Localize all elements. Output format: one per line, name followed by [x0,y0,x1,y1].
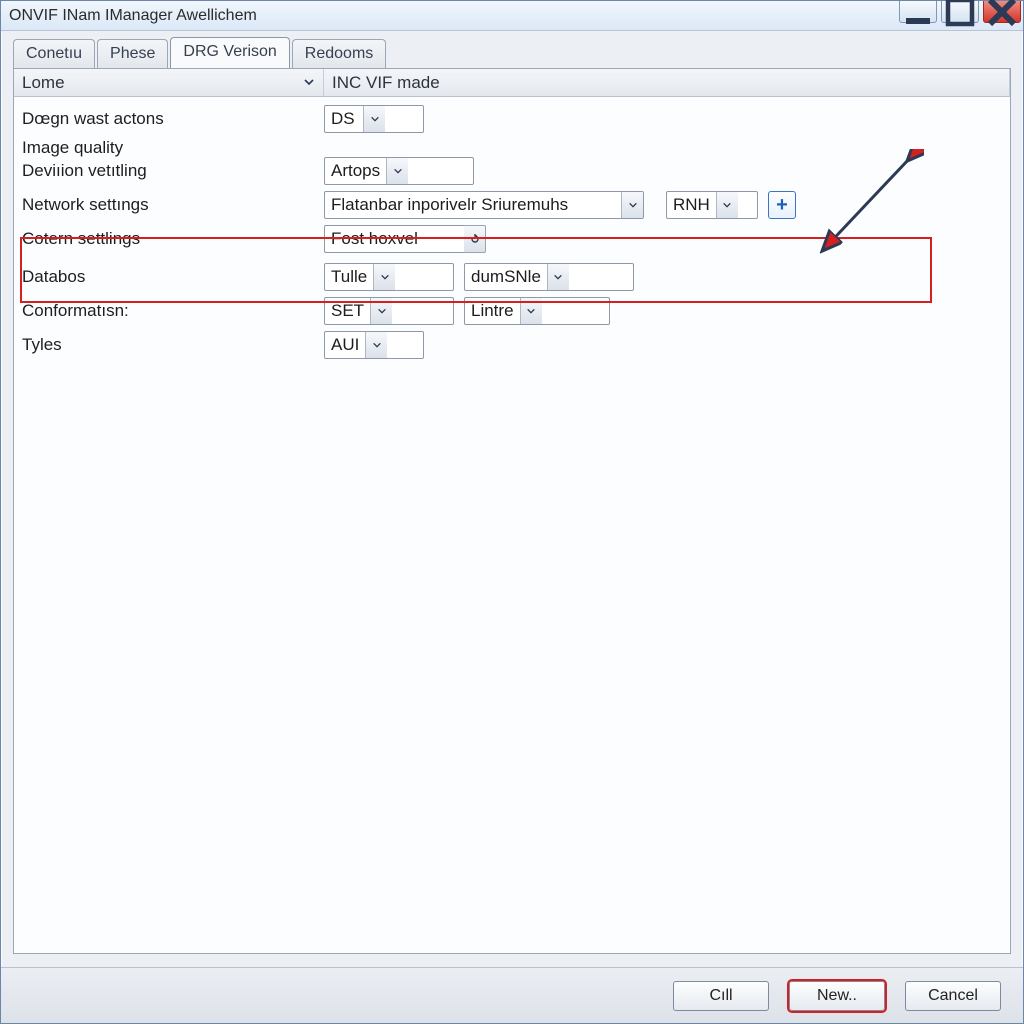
combo-databos-1-value: Tulle [325,267,373,287]
maximize-button[interactable] [941,1,979,23]
grid-header: Lome INC VIF made [14,69,1010,97]
header-value-col[interactable]: INC VIF made [324,69,1010,96]
window-title: ONVIF INam IManager Awellichem [9,7,899,25]
chevron-down-icon [365,332,387,358]
titlebar: ONVIF INam IManager Awellichem [1,1,1023,31]
content-panel: Lome INC VIF made Dœgn wast actons DS [13,68,1011,954]
combo-conformation-1[interactable]: SET [324,297,454,325]
input-category-value: Fost hoxvel [325,229,424,249]
combo-network-value: Flatanbar inporivelr Sriuremuhs [325,195,621,215]
combo-network-aux-value: RNH [667,195,716,215]
close-icon [984,0,1020,30]
cil-button-label: Cıll [709,987,732,1005]
window-controls [899,1,1023,30]
combo-deviation-value: Artops [325,161,386,181]
header-label-text: Lome [22,73,65,93]
add-network-button[interactable]: + [768,191,796,219]
chevron-down-icon [373,264,395,290]
tabstrip: Conetıu Phese DRG Verison Redooms [1,31,1023,68]
plus-icon: + [776,194,788,217]
label-category: Cotern settlings [22,229,324,249]
label-deviation: Deviıion vetıtling [22,161,324,181]
row-tyles: Tyles AUI [22,329,1002,361]
cancel-button-label: Cancel [928,987,978,1005]
chevron-down-icon [716,192,738,218]
row-network: Network settıngs Flatanbar inporivelr Sr… [22,189,1002,221]
label-tyles: Tyles [22,335,324,355]
chevron-down-icon [547,264,569,290]
row-category: Cotern settlings Fost hoxvel [22,223,1002,255]
combo-network-aux[interactable]: RNH [666,191,758,219]
tab-phese[interactable]: Phese [97,39,168,69]
chevron-down-icon [370,298,392,324]
row-design-actions: Dœgn wast actons DS [22,103,1002,135]
refresh-icon [469,233,481,245]
combo-databos-2-value: dumSNle [465,267,547,287]
combo-databos-2[interactable]: dumSNle [464,263,634,291]
combo-design-actions-value: DS [325,109,363,129]
new-button-label: New.. [817,987,857,1005]
category-spin-button[interactable] [464,225,486,253]
input-category[interactable]: Fost hoxvel [324,225,464,253]
combo-conformation-2-value: Lintre [465,301,520,321]
label-design-actions: Dœgn wast actons [22,109,324,129]
row-conformation: Conformatısn: SET Lintre [22,295,1002,327]
chevron-down-icon [520,298,542,324]
app-window: ONVIF INam IManager Awellichem Conetıu P… [0,0,1024,1024]
combo-deviation[interactable]: Artops [324,157,474,185]
combo-conformation-1-value: SET [325,301,370,321]
chevron-down-icon [363,106,385,132]
close-button[interactable] [983,1,1021,23]
combo-tyles[interactable]: AUI [324,331,424,359]
cancel-button[interactable]: Cancel [905,981,1001,1011]
chevron-down-icon [386,158,408,184]
header-label-col[interactable]: Lome [14,69,324,96]
combo-design-actions[interactable]: DS [324,105,424,133]
combo-network[interactable]: Flatanbar inporivelr Sriuremuhs [324,191,644,219]
cil-button[interactable]: Cıll [673,981,769,1011]
tab-redooms[interactable]: Redooms [292,39,386,69]
label-network: Network settıngs [22,195,324,215]
row-deviation: Deviıion vetıtling Artops [22,155,1002,187]
dialog-footer: Cıll New.. Cancel [1,967,1023,1023]
minimize-button[interactable] [899,1,937,23]
new-button[interactable]: New.. [789,981,885,1011]
header-value-text: INC VIF made [332,73,440,93]
combo-tyles-value: AUI [325,335,365,355]
chevron-down-icon [621,192,643,218]
label-databos: Databos [22,267,324,287]
combo-databos-1[interactable]: Tulle [324,263,454,291]
combo-conformation-2[interactable]: Lintre [464,297,610,325]
tab-conetiu[interactable]: Conetıu [13,39,95,69]
maximize-icon [942,0,978,30]
minimize-icon [900,0,936,30]
header-sort-icon [303,73,315,93]
label-conformation: Conformatısn: [22,301,324,321]
fields-area: Dœgn wast actons DS Image quality Deviıi… [14,97,1010,369]
tab-drg-verison[interactable]: DRG Verison [170,37,289,68]
row-databos: Databos Tulle dumSNle [22,261,1002,293]
